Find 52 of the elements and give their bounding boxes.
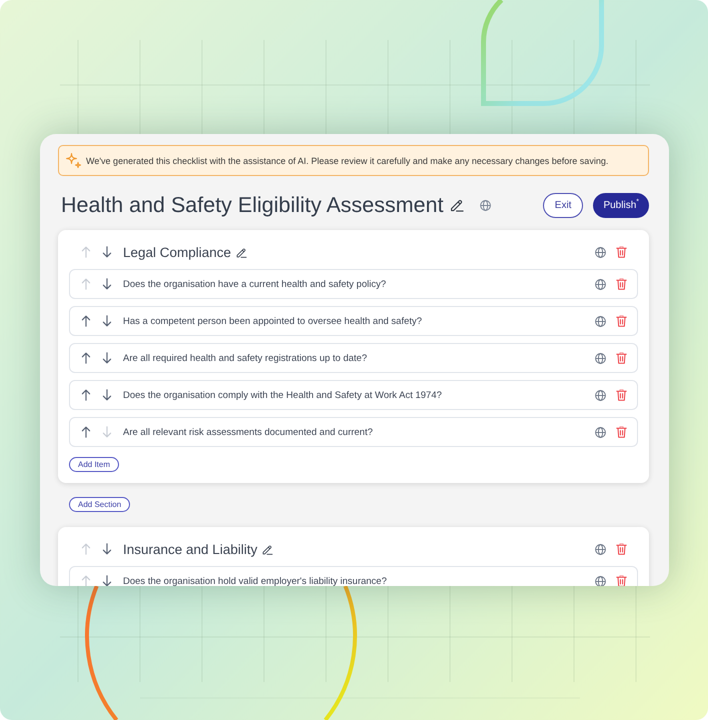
arrow-up-icon[interactable] bbox=[81, 389, 91, 401]
trash-icon[interactable] bbox=[616, 352, 627, 364]
trash-icon[interactable] bbox=[616, 575, 627, 586]
pencil-icon[interactable] bbox=[450, 198, 464, 212]
globe-icon[interactable] bbox=[595, 246, 606, 258]
publish-button[interactable]: Publish$^{*}$ bbox=[593, 192, 649, 218]
trash-icon[interactable] bbox=[616, 543, 627, 555]
checklist-item[interactable]: Does the organisation hold valid employer's liability insurance? bbox=[69, 566, 638, 586]
arrow-down-icon[interactable] bbox=[102, 278, 112, 290]
item-text: Has a competent person been appointed to oversee health and safety? bbox=[123, 316, 422, 326]
globe-icon[interactable] bbox=[595, 278, 606, 290]
arrow-down-icon[interactable] bbox=[102, 315, 112, 327]
arrow-up-icon[interactable] bbox=[81, 352, 91, 364]
globe-icon[interactable] bbox=[595, 544, 606, 554]
arrow-down-icon[interactable] bbox=[102, 543, 112, 555]
arrow-down-icon[interactable] bbox=[102, 389, 112, 401]
arrow-down-icon[interactable] bbox=[102, 352, 112, 364]
pencil-icon[interactable] bbox=[262, 544, 274, 554]
exit-button[interactable]: Exit bbox=[542, 192, 584, 218]
checklist-item[interactable]: Are all required health and safety registrations up to date? bbox=[69, 343, 638, 373]
checklist-item[interactable]: Has a competent person been appointed to oversee health and safety? bbox=[69, 306, 638, 336]
item-text: Are all required health and safety registrations up to date? bbox=[123, 352, 367, 364]
item-text: Are all relevant risk assessments documented and current? bbox=[123, 426, 373, 438]
globe-icon[interactable] bbox=[595, 390, 606, 400]
pencil-icon[interactable] bbox=[236, 246, 248, 258]
checklist-item[interactable]: Does the organisation comply with the Health and Safety at Work Act 1974? bbox=[69, 380, 638, 410]
add-item-button[interactable]: Add Item bbox=[69, 457, 120, 472]
trash-icon[interactable] bbox=[616, 389, 627, 401]
page-title: Health and Safety Eligibility Assessment bbox=[61, 192, 444, 219]
trash-icon[interactable] bbox=[616, 315, 627, 327]
section-title: Insurance and Liability bbox=[123, 542, 258, 556]
section-title: Legal Compliance bbox=[123, 244, 232, 260]
globe-icon[interactable] bbox=[595, 316, 606, 326]
trash-icon[interactable] bbox=[616, 278, 627, 290]
add-section-button[interactable]: Add Section bbox=[69, 497, 130, 512]
globe-icon[interactable] bbox=[480, 200, 492, 210]
item-text: Does the organisation hold valid employer's liability insurance? bbox=[123, 576, 387, 586]
globe-icon[interactable] bbox=[595, 576, 606, 586]
checklist-item[interactable]: Are all relevant risk assessments documented and current? bbox=[69, 417, 638, 447]
item-text: Does the organisation comply with the Health and Safety at Work Act 1974? bbox=[123, 390, 442, 400]
trash-icon[interactable] bbox=[616, 426, 627, 438]
sparkle-icon bbox=[66, 153, 81, 168]
trash-icon[interactable] bbox=[616, 246, 627, 258]
arrow-down-icon[interactable] bbox=[102, 575, 112, 586]
globe-icon[interactable] bbox=[595, 426, 606, 438]
arrow-down-icon[interactable] bbox=[102, 246, 112, 258]
arrow-up-icon[interactable] bbox=[81, 426, 91, 438]
globe-icon[interactable] bbox=[595, 352, 606, 364]
arrow-up-icon[interactable] bbox=[81, 315, 91, 327]
item-text: Does the organisation have a current health and safety policy? bbox=[123, 278, 386, 290]
checklist-item[interactable]: Does the organisation have a current health and safety policy? bbox=[69, 269, 638, 299]
notice-text: We've generated this checklist with the assistance of AI. Please review it carefully and make any necessary changes before saving. bbox=[86, 156, 608, 166]
